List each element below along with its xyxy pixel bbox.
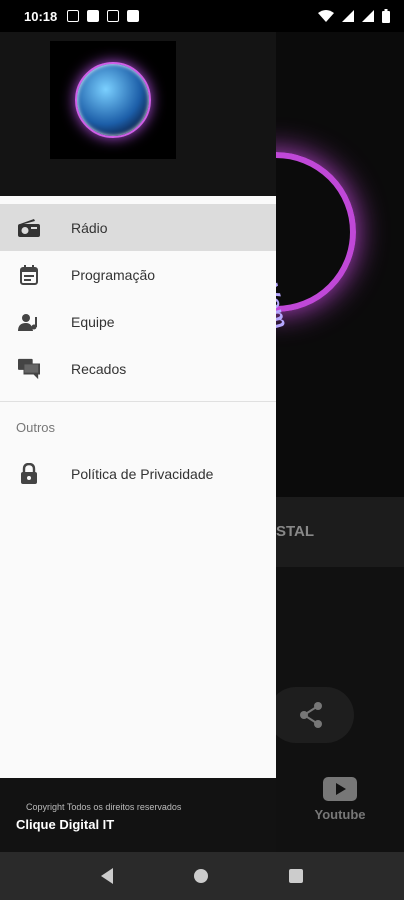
drawer-footer: Copyright Todos os direitos reservados C…: [0, 778, 276, 852]
menu-item-radio[interactable]: Rádio: [0, 204, 276, 251]
youtube-icon: [323, 777, 357, 801]
back-icon[interactable]: [100, 868, 113, 884]
background-hero: Novo Vem: [276, 32, 404, 497]
status-time: 10:18: [24, 8, 58, 24]
copyright-text: Copyright Todos os direitos reservados: [26, 802, 182, 812]
drawer-header: [0, 32, 276, 196]
signal-icon: [362, 10, 374, 22]
menu-item-label: Programação: [71, 266, 156, 283]
chat-icon: [18, 358, 40, 380]
menu-item-recados[interactable]: Recados: [0, 345, 276, 392]
band-text: STAL: [276, 523, 315, 540]
logo-globe-icon: [75, 62, 151, 138]
recents-icon[interactable]: [289, 869, 304, 883]
station-logo: [50, 41, 176, 159]
wifi-icon: [318, 10, 334, 22]
sim-icon: [67, 10, 80, 22]
facebook-icon: [87, 10, 100, 22]
menu-item-label: Recados: [71, 360, 127, 377]
hero-glow: [276, 152, 356, 312]
drawer-menu: Rádio Programação Equipe Recados: [0, 196, 276, 392]
background-band: STAL: [276, 497, 404, 567]
system-nav-bar: [0, 852, 404, 900]
home-icon[interactable]: [193, 869, 208, 883]
team-icon: [18, 311, 40, 333]
youtube-label: Youtube: [314, 807, 366, 822]
app-notification-icon: [127, 10, 140, 22]
youtube-button[interactable]: Youtube: [300, 777, 380, 822]
menu-item-label: Equipe: [71, 313, 115, 330]
menu-item-equipe[interactable]: Equipe: [0, 298, 276, 345]
menu-item-label: Política de Privacidade: [71, 465, 214, 482]
menu-item-privacy-policy[interactable]: Política de Privacidade: [0, 450, 276, 497]
brand-text: Clique Digital IT: [16, 817, 115, 832]
share-icon: [300, 702, 322, 728]
share-button[interactable]: [268, 687, 354, 743]
navigation-drawer: Rádio Programação Equipe Recados Outros …: [0, 32, 276, 852]
radio-icon: [18, 217, 40, 239]
section-label-outros: Outros: [16, 420, 56, 435]
status-bar: 10:18: [0, 0, 404, 32]
calendar-icon: [18, 264, 40, 286]
menu-item-label: Rádio: [71, 219, 108, 236]
tiktok-icon: [107, 10, 120, 22]
lock-icon: [18, 463, 40, 485]
menu-item-programacao[interactable]: Programação: [0, 251, 276, 298]
signal-icon: [342, 10, 354, 22]
battery-icon: [382, 9, 390, 23]
